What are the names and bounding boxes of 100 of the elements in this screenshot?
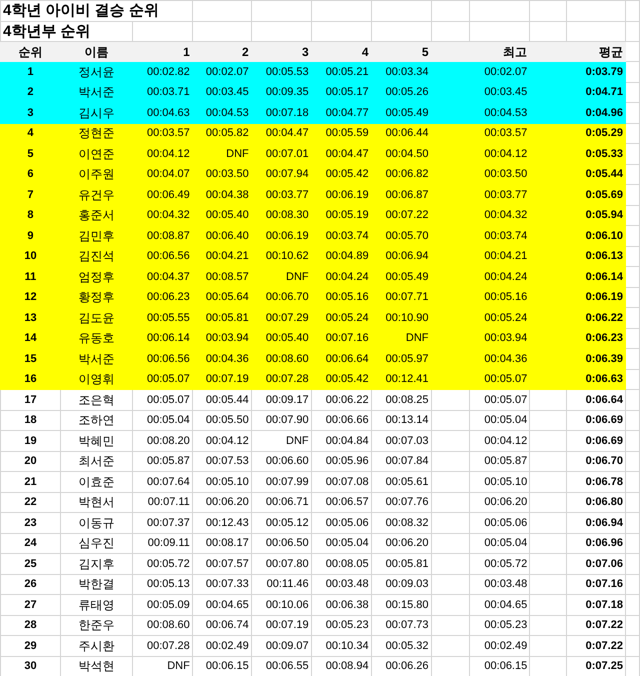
name-cell: 최서준 bbox=[78, 454, 114, 468]
time-cell: 00:05.16 bbox=[326, 291, 369, 304]
time-cell: 00:05.17 bbox=[326, 86, 369, 98]
time-cell: 00:07.71 bbox=[386, 291, 428, 304]
time-cell: 00:04.65 bbox=[206, 598, 249, 611]
name-cell: 박혜민 bbox=[78, 434, 114, 448]
time-cell: 00:03.77 bbox=[266, 188, 309, 201]
best-time-cell: 00:05.10 bbox=[484, 476, 528, 488]
name-cell: 이동규 bbox=[78, 516, 114, 530]
time-cell: 00:04.32 bbox=[146, 209, 190, 222]
best-time-cell: 00:02.07 bbox=[484, 66, 528, 78]
time-cell: 00:06.82 bbox=[386, 168, 428, 180]
time-cell: 00:09.07 bbox=[266, 640, 309, 652]
best-time-cell: 00:03.57 bbox=[484, 127, 528, 140]
rank-cell: 21 bbox=[24, 476, 37, 488]
time-cell: 00:06.20 bbox=[206, 496, 249, 508]
rank-cell: 18 bbox=[24, 414, 37, 426]
best-time-cell: 00:06.15 bbox=[484, 660, 528, 672]
time-cell: 00:05.32 bbox=[386, 640, 428, 652]
time-cell: 00:10.62 bbox=[266, 250, 309, 262]
time-cell: 00:04.47 bbox=[266, 127, 309, 140]
average-cell: 0:06.39 bbox=[586, 352, 623, 365]
time-cell: 00:05.24 bbox=[326, 312, 369, 324]
time-cell: 00:07.90 bbox=[266, 414, 309, 426]
time-cell: 00:03.94 bbox=[206, 332, 249, 344]
rank-cell: 23 bbox=[24, 516, 37, 529]
name-cell: 이영휘 bbox=[78, 372, 114, 386]
name-cell: 이주원 bbox=[78, 167, 114, 182]
time-cell: DNF bbox=[286, 434, 309, 447]
best-time-cell: 00:03.94 bbox=[484, 332, 528, 344]
time-cell: 00:05.40 bbox=[266, 332, 309, 344]
time-cell: 00:02.82 bbox=[146, 66, 190, 78]
name-cell: 박서준 bbox=[78, 85, 114, 100]
time-cell: 00:04.89 bbox=[326, 250, 369, 262]
best-time-cell: 00:05.07 bbox=[484, 394, 528, 406]
name-cell: 김시우 bbox=[78, 106, 114, 120]
rank-cell: 7 bbox=[27, 188, 34, 201]
time-cell: 00:05.97 bbox=[386, 352, 428, 365]
time-cell: 00:03.34 bbox=[386, 66, 428, 78]
name-cell: 류태영 bbox=[78, 598, 114, 612]
time-cell: 00:05.40 bbox=[206, 209, 249, 222]
rank-cell: 14 bbox=[24, 332, 37, 344]
average-cell: 0:05.44 bbox=[586, 168, 623, 180]
name-cell: 조은혁 bbox=[78, 392, 114, 407]
time-cell: 00:03.74 bbox=[326, 230, 369, 242]
rank-cell: 17 bbox=[24, 394, 37, 406]
best-time-cell: 00:04.12 bbox=[484, 148, 528, 160]
column-header: 5 bbox=[422, 44, 428, 58]
time-cell: 00:05.10 bbox=[206, 476, 249, 488]
time-cell: 00:05.87 bbox=[146, 455, 190, 468]
time-cell: 00:07.94 bbox=[266, 168, 309, 180]
name-cell: 박현서 bbox=[78, 495, 114, 510]
rank-cell: 13 bbox=[24, 312, 37, 324]
time-cell: 00:06.19 bbox=[326, 188, 369, 201]
time-cell: 00:06.57 bbox=[326, 496, 369, 508]
time-cell: 00:05.12 bbox=[266, 516, 309, 529]
name-cell: 심우진 bbox=[78, 536, 114, 550]
best-time-cell: 00:03.50 bbox=[484, 168, 528, 180]
rank-cell: 29 bbox=[24, 640, 37, 652]
time-cell: 00:06.38 bbox=[326, 598, 369, 611]
time-cell: 00:05.42 bbox=[326, 373, 369, 386]
time-cell: 00:05.23 bbox=[326, 619, 369, 632]
time-cell: 00:04.77 bbox=[326, 106, 369, 119]
best-time-cell: 00:03.48 bbox=[484, 578, 528, 590]
time-cell: 00:07.64 bbox=[146, 476, 190, 488]
best-time-cell: 00:03.45 bbox=[484, 86, 528, 98]
time-cell: 00:06.49 bbox=[146, 188, 190, 201]
time-cell: 00:05.06 bbox=[326, 516, 369, 529]
best-time-cell: 00:06.20 bbox=[484, 496, 528, 508]
time-cell: 00:06.64 bbox=[326, 352, 369, 365]
time-cell: 00:05.70 bbox=[386, 230, 428, 242]
rank-cell: 28 bbox=[24, 619, 37, 632]
time-cell: 00:07.03 bbox=[386, 434, 428, 447]
time-cell: 00:07.08 bbox=[326, 476, 369, 488]
average-cell: 0:06.63 bbox=[586, 373, 623, 386]
time-cell: 00:05.49 bbox=[386, 270, 428, 283]
best-time-cell: 00:03.74 bbox=[484, 230, 528, 242]
rank-cell: 25 bbox=[24, 558, 37, 570]
time-cell: 00:05.61 bbox=[386, 476, 428, 488]
time-cell: 00:07.29 bbox=[266, 312, 309, 324]
name-cell: 김민후 bbox=[78, 228, 114, 243]
average-cell: 0:06.22 bbox=[586, 312, 623, 324]
time-cell: 00:03.57 bbox=[146, 127, 190, 140]
time-cell: 00:06.50 bbox=[266, 537, 309, 550]
best-time-cell: 00:02.49 bbox=[484, 640, 528, 652]
column-header: 4 bbox=[362, 44, 369, 58]
time-cell: 00:08.60 bbox=[266, 352, 309, 365]
name-cell: 유건우 bbox=[78, 188, 114, 202]
best-time-cell: 00:03.77 bbox=[484, 188, 528, 201]
time-cell: 00:06.23 bbox=[146, 291, 190, 304]
rank-cell: 11 bbox=[24, 270, 36, 283]
average-cell: 0:03.79 bbox=[586, 66, 623, 78]
name-cell: 조하연 bbox=[78, 413, 114, 428]
time-cell: 00:06.94 bbox=[386, 250, 428, 262]
time-cell: 00:08.32 bbox=[386, 516, 428, 529]
time-cell: 00:06.22 bbox=[326, 394, 369, 406]
time-cell: 00:03.50 bbox=[206, 168, 249, 180]
best-time-cell: 00:05.87 bbox=[484, 455, 528, 468]
time-cell: 00:02.07 bbox=[206, 66, 249, 78]
time-cell: 00:06.19 bbox=[266, 230, 309, 242]
